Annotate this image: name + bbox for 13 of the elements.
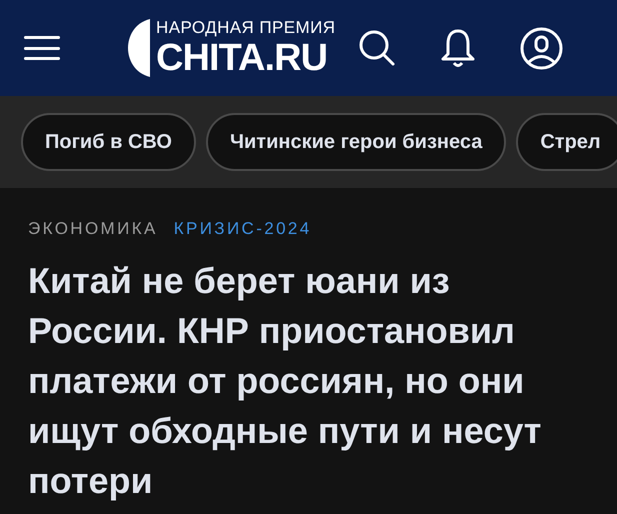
bell-icon[interactable] [440,28,476,68]
category-link[interactable]: ЭКОНОМИКА [28,216,158,242]
topic-tag[interactable]: Стрел [516,113,617,171]
logo-caption: НАРОДНАЯ ПРЕМИЯ [156,19,336,36]
user-icon[interactable] [520,26,562,70]
logo-mark-icon [128,19,150,77]
topic-tag[interactable]: Погиб в СВО [21,113,196,171]
menu-icon[interactable] [24,36,60,60]
article-title: Китай не берет юани из России. КНР приостановил платежи от россиян, но они ищут обходные пути и несут потери [28,258,542,502]
category-link[interactable]: КРИЗИС-2024 [174,216,312,242]
logo-text: CHITA.RU [156,39,328,77]
topic-tag[interactable]: Читинские герои бизнеса [206,113,506,171]
search-icon[interactable] [358,29,396,67]
